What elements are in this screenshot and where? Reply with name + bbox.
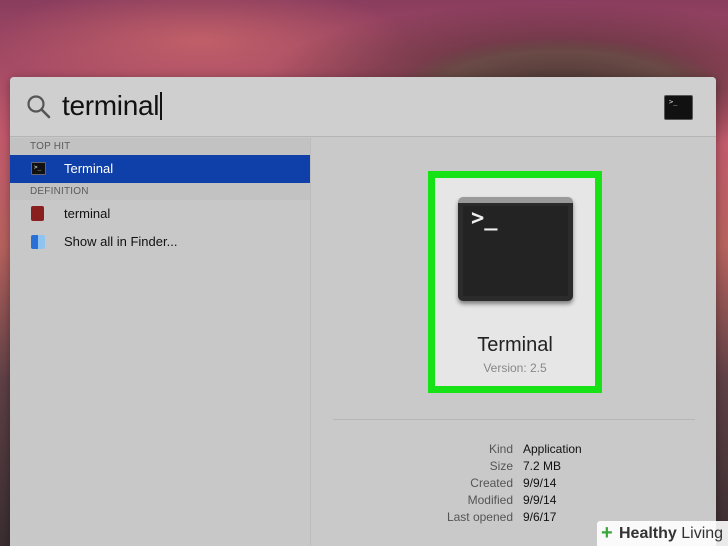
detail-key: Modified — [467, 493, 513, 507]
watermark-rest: Living — [676, 525, 724, 542]
result-item-label: terminal — [64, 206, 111, 221]
terminal-app-icon: >_ — [31, 162, 46, 175]
plus-icon: + — [601, 522, 613, 544]
app-details: Kind Application Size 7.2 MB Created 9/9… — [311, 441, 716, 526]
detail-row-size: Size 7.2 MB — [311, 458, 716, 475]
terminal-icon-screen: >_ — [463, 206, 568, 296]
watermark-bold: Healthy — [619, 525, 677, 542]
detail-value: 9/6/17 — [523, 510, 557, 524]
terminal-prompt-glyph: >_ — [471, 206, 498, 231]
detail-value: 9/9/14 — [523, 493, 557, 507]
detail-row-created: Created 9/9/14 — [311, 475, 716, 492]
text-caret — [160, 92, 163, 120]
section-header-definition: DEFINITION — [10, 183, 310, 200]
result-item-label: Terminal — [64, 161, 114, 176]
search-input[interactable]: terminal — [62, 89, 163, 123]
search-query-text: terminal — [62, 90, 160, 121]
terminal-large-icon[interactable]: >_ — [458, 197, 573, 301]
watermark-logo: + Healthy Living — [597, 521, 728, 546]
detail-value: 9/9/14 — [523, 476, 557, 490]
detail-key: Created — [470, 476, 513, 490]
detail-key: Last opened — [446, 510, 513, 524]
section-header-top-hit: TOP HIT — [10, 138, 310, 155]
terminal-app-icon-prompt: >_ — [34, 164, 42, 171]
app-version: Version: 2.5 — [483, 361, 547, 375]
preview-pane: >_ Terminal Version: 2.5 Kind Applicatio… — [310, 138, 716, 546]
detail-row-modified: Modified 9/9/14 — [311, 492, 716, 509]
terminal-thumbnail-prompt: >_ — [669, 98, 678, 106]
terminal-thumbnail-icon: >_ — [664, 95, 693, 120]
preview-divider — [333, 419, 695, 420]
detail-value: 7.2 MB — [523, 459, 562, 473]
result-item-terminal-definition[interactable]: terminal — [10, 200, 310, 228]
result-item-label: Show all in Finder... — [64, 234, 178, 249]
dictionary-icon — [31, 206, 44, 221]
result-item-terminal-app[interactable]: >_ Terminal — [10, 155, 310, 183]
search-icon — [27, 95, 51, 119]
search-bar[interactable]: terminal >_ — [10, 77, 716, 137]
finder-icon — [31, 235, 45, 249]
detail-key: Size — [489, 459, 513, 473]
app-preview-highlight[interactable]: >_ Terminal Version: 2.5 — [428, 171, 602, 393]
result-item-show-all-in-finder[interactable]: Show all in Finder... — [10, 228, 310, 256]
spotlight-window: terminal >_ TOP HIT >_ Terminal DEFINITI… — [10, 77, 716, 546]
detail-row-kind: Kind Application — [311, 441, 716, 458]
detail-value: Application — [523, 442, 582, 456]
app-name: Terminal — [477, 334, 553, 356]
detail-key: Kind — [488, 442, 513, 456]
results-list: TOP HIT >_ Terminal DEFINITION terminal … — [10, 138, 310, 546]
